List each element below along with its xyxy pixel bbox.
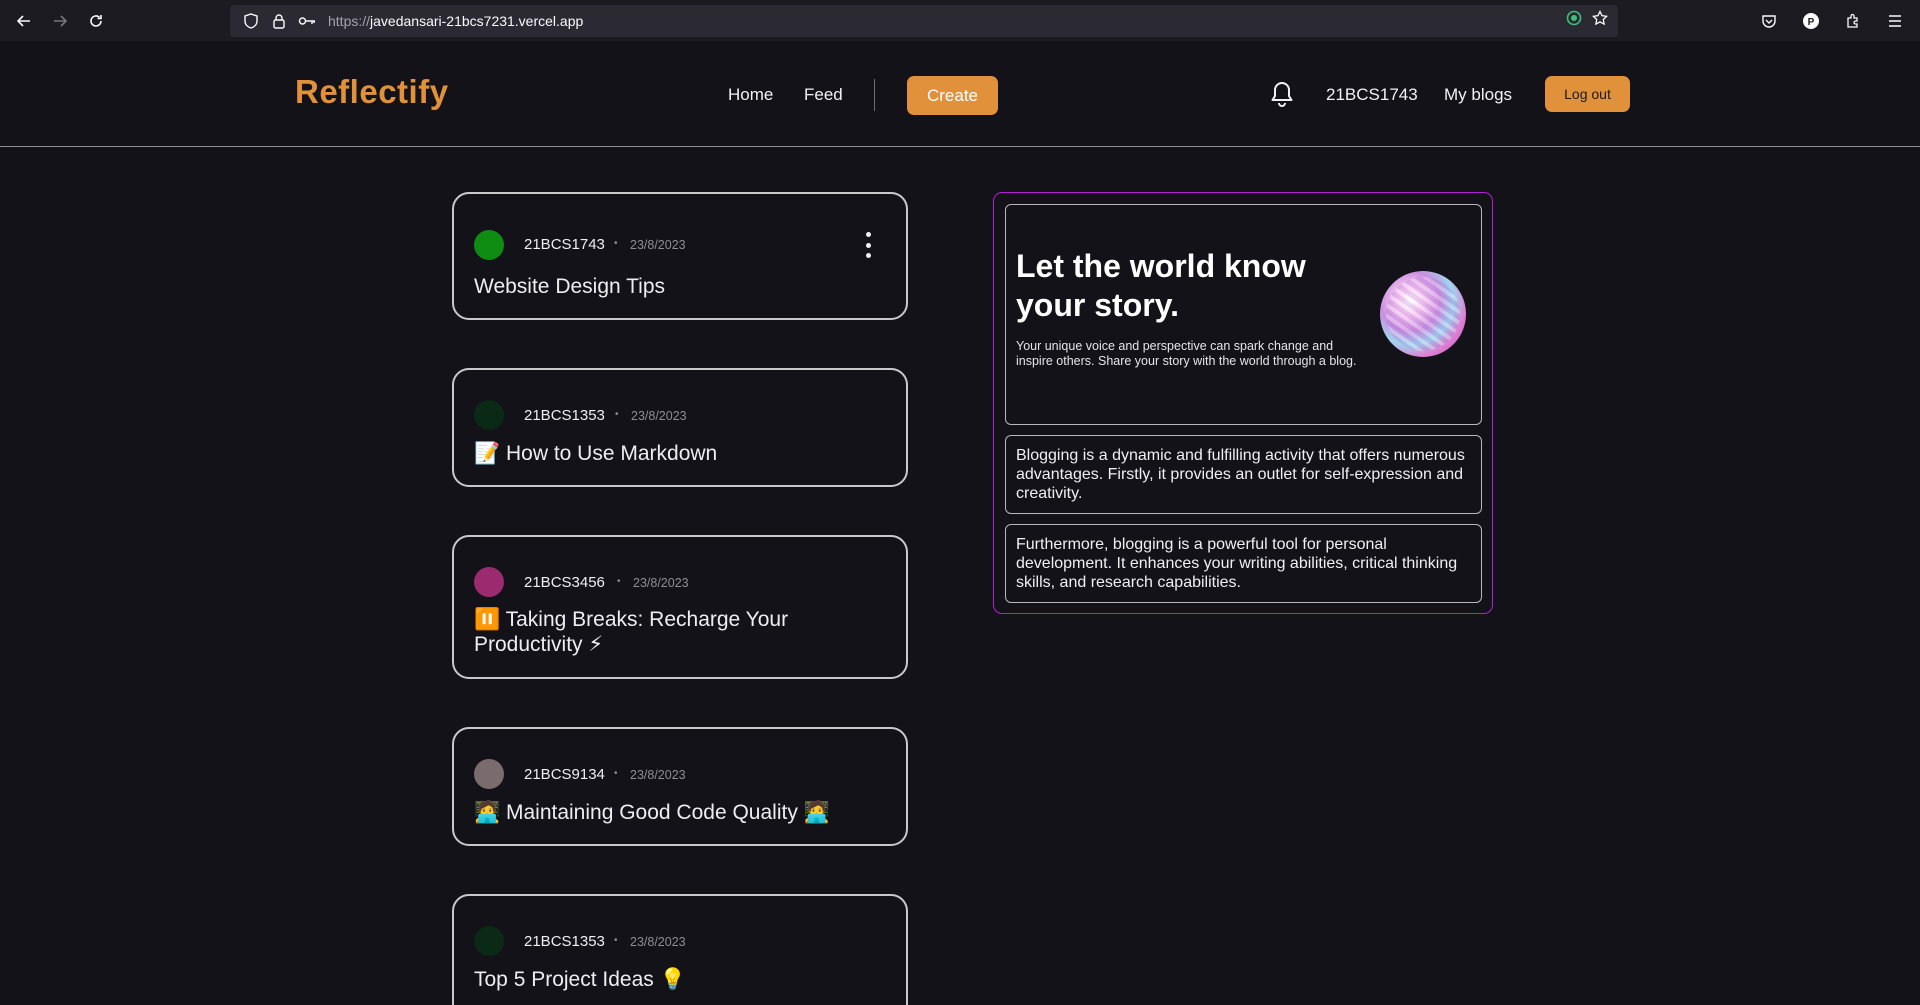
- notification-bell-icon[interactable]: [1269, 80, 1295, 108]
- my-blogs-link[interactable]: My blogs: [1444, 85, 1512, 105]
- nav-home-link[interactable]: Home: [728, 85, 773, 105]
- hero-title: Let the world know your story.: [1016, 248, 1306, 323]
- reload-icon[interactable]: [79, 4, 113, 38]
- key-icon[interactable]: [296, 10, 318, 32]
- about-blogging-panel: Let the world know your story. Your uniq…: [993, 192, 1493, 614]
- nav-feed-link[interactable]: Feed: [804, 85, 843, 105]
- avatar: [474, 567, 504, 597]
- url-host: javedansari-21bcs7231.vercel.app: [370, 13, 584, 29]
- post-title[interactable]: ⏸️ Taking Breaks: Recharge Your Producti…: [474, 607, 874, 657]
- profile-icon[interactable]: P: [1794, 4, 1828, 38]
- nav-divider: [874, 79, 875, 111]
- extension-icon[interactable]: [1566, 10, 1582, 31]
- iridescent-orb-image: [1380, 271, 1466, 357]
- post-card[interactable]: 21BCS1353 • 23/8/2023 Top 5 Project Idea…: [452, 894, 908, 1005]
- avatar: [474, 230, 504, 260]
- separator-dot: •: [615, 409, 619, 420]
- post-title[interactable]: Top 5 Project Ideas 💡: [474, 967, 874, 992]
- post-date: 23/8/2023: [630, 935, 686, 949]
- post-card[interactable]: 21BCS3456 • 23/8/2023 ⏸️ Taking Breaks: …: [452, 535, 908, 679]
- post-card[interactable]: 21BCS9134 • 23/8/2023 🧑‍💻 Maintaining Go…: [452, 727, 908, 846]
- pocket-icon[interactable]: [1752, 4, 1786, 38]
- post-author[interactable]: 21BCS3456: [524, 574, 605, 591]
- separator-dot: •: [614, 768, 618, 779]
- post-author[interactable]: 21BCS1353: [524, 933, 605, 950]
- avatar: [474, 759, 504, 789]
- browser-toolbar: https://javedansari-21bcs7231.vercel.app…: [0, 0, 1920, 41]
- logout-button[interactable]: Log out: [1545, 76, 1630, 112]
- separator-dot: •: [617, 576, 621, 587]
- hero-description: Your unique voice and perspective can sp…: [1016, 339, 1357, 368]
- post-card[interactable]: 21BCS1743 • 23/8/2023 Website Design Tip…: [452, 192, 908, 320]
- post-date: 23/8/2023: [633, 576, 689, 590]
- post-title[interactable]: Website Design Tips: [474, 274, 874, 299]
- post-author[interactable]: 21BCS1353: [524, 407, 605, 424]
- more-options-icon[interactable]: [864, 232, 872, 258]
- menu-icon[interactable]: [1878, 4, 1912, 38]
- username-link[interactable]: 21BCS1743: [1326, 85, 1418, 105]
- create-button[interactable]: Create: [907, 76, 998, 115]
- post-author[interactable]: 21BCS9134: [524, 766, 605, 783]
- post-date: 23/8/2023: [631, 409, 687, 423]
- site-header: Reflectify Home Feed Create 21BCS1743 My…: [0, 41, 1920, 147]
- post-card[interactable]: 21BCS1353 • 23/8/2023 📝 How to Use Markd…: [452, 368, 908, 487]
- back-icon[interactable]: [7, 4, 41, 38]
- shield-icon[interactable]: [240, 10, 262, 32]
- post-author[interactable]: 21BCS1743: [524, 236, 605, 253]
- post-title[interactable]: 🧑‍💻 Maintaining Good Code Quality 🧑‍💻: [474, 800, 874, 825]
- post-title[interactable]: 📝 How to Use Markdown: [474, 441, 874, 466]
- forward-icon[interactable]: [43, 4, 77, 38]
- avatar: [474, 926, 504, 956]
- separator-dot: •: [614, 238, 618, 249]
- info-paragraph: Blogging is a dynamic and fulfilling act…: [1005, 435, 1482, 514]
- avatar: [474, 400, 504, 430]
- extensions-icon[interactable]: [1836, 4, 1870, 38]
- bookmark-star-icon[interactable]: [1591, 9, 1609, 31]
- url-text: https://javedansari-21bcs7231.vercel.app: [328, 13, 583, 29]
- site-logo[interactable]: Reflectify: [295, 73, 449, 111]
- separator-dot: •: [614, 935, 618, 946]
- address-bar[interactable]: https://javedansari-21bcs7231.vercel.app: [230, 5, 1618, 37]
- svg-text:P: P: [1808, 17, 1815, 28]
- url-protocol: https://: [328, 13, 371, 29]
- lock-icon[interactable]: [268, 10, 290, 32]
- post-date: 23/8/2023: [630, 768, 686, 782]
- info-paragraph: Furthermore, blogging is a powerful tool…: [1005, 524, 1482, 603]
- post-date: 23/8/2023: [630, 238, 686, 252]
- hero-card: Let the world know your story. Your uniq…: [1005, 204, 1482, 425]
